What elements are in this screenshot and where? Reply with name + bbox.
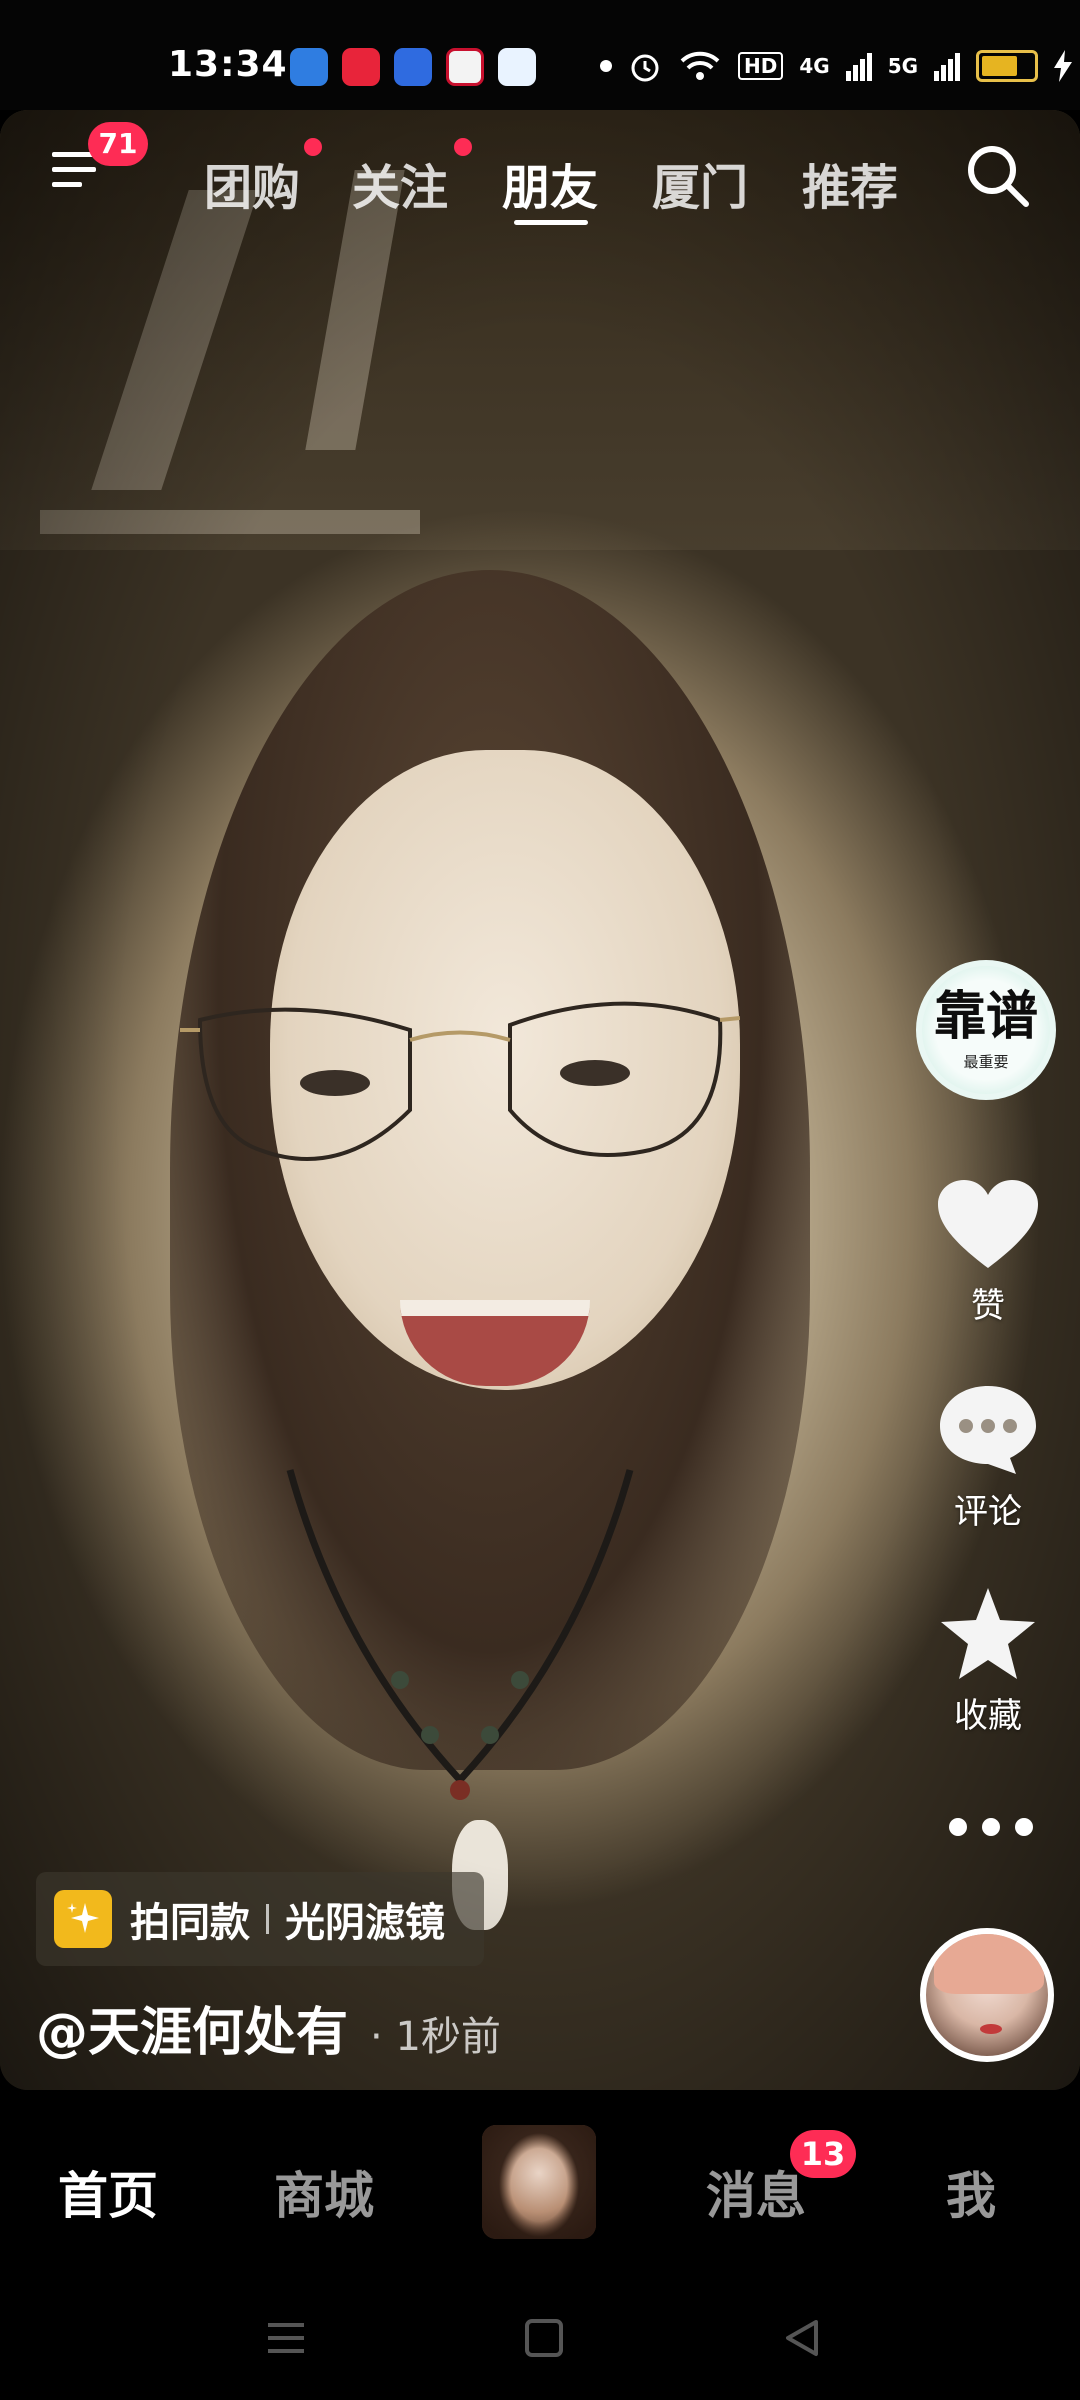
nav-home[interactable]: 首页 xyxy=(58,2156,158,2228)
tab-friends[interactable]: 朋友 xyxy=(502,148,598,218)
tab-xiamen[interactable]: 厦门 xyxy=(652,148,748,218)
chip-divider xyxy=(266,1904,269,1934)
like-button[interactable]: 赞 xyxy=(928,1180,1048,1327)
author-avatar-subtext: 最重要 xyxy=(963,1052,1009,1071)
favorite-button[interactable]: 收藏 xyxy=(928,1586,1048,1737)
tab-group-buy-dot xyxy=(304,138,322,156)
sparkle-icon xyxy=(54,1890,112,1948)
messages-badge: 13 xyxy=(790,2130,856,2178)
comment-label: 评论 xyxy=(954,1492,1022,1532)
tab-recommend[interactable]: 推荐 xyxy=(802,148,898,218)
menu-badge: 71 xyxy=(88,122,148,166)
star-icon xyxy=(941,1588,1035,1679)
create-button[interactable] xyxy=(482,2125,596,2239)
more-icon[interactable] xyxy=(948,1812,1034,1842)
video-vignette xyxy=(0,110,1080,2090)
recent-apps-icon[interactable] xyxy=(266,2320,306,2356)
post-time: · 1秒前 xyxy=(370,2014,501,2060)
author-row: @天涯何处有 · 1秒前 xyxy=(36,1990,501,2065)
tab-group-buy[interactable]: 团购 xyxy=(204,148,300,218)
filter-name: 光阴滤镜 xyxy=(285,1900,445,1946)
nav-messages[interactable]: 消息 xyxy=(706,2156,806,2228)
video-player[interactable] xyxy=(0,110,1080,2090)
search-icon[interactable] xyxy=(964,142,1030,208)
active-tab-indicator xyxy=(514,220,588,225)
nav-mall[interactable]: 商城 xyxy=(274,2156,374,2228)
home-system-icon[interactable] xyxy=(524,2318,564,2358)
shoot-same-template-chip[interactable]: 拍同款 光阴滤镜 xyxy=(36,1872,484,1966)
author-avatar[interactable]: 靠谱 最重要 xyxy=(916,960,1056,1100)
nav-me[interactable]: 我 xyxy=(946,2156,996,2228)
comment-icon xyxy=(940,1386,1036,1474)
heart-icon xyxy=(938,1180,1038,1268)
tab-following[interactable]: 关注 xyxy=(352,148,448,218)
create-button-hair xyxy=(482,2125,596,2239)
comment-button[interactable]: 评论 xyxy=(928,1382,1048,1533)
author-avatar-text: 靠谱 xyxy=(933,985,1038,1047)
music-avatar-lips xyxy=(980,2024,1002,2034)
top-navigation: 71 团购 关注 朋友 厦门 推荐 xyxy=(0,0,1080,225)
like-label: 赞 xyxy=(971,1286,1005,1326)
author-name[interactable]: @天涯何处有 xyxy=(36,1990,348,2065)
tab-following-dot xyxy=(454,138,472,156)
back-icon[interactable] xyxy=(782,2318,822,2358)
favorite-label: 收藏 xyxy=(954,1696,1022,1736)
music-avatar[interactable] xyxy=(920,1928,1054,2062)
music-avatar-hair xyxy=(934,1934,1044,1994)
bottom-navigation: 首页 商城 消息 13 我 xyxy=(0,2090,1080,2280)
shoot-same-label: 拍同款 xyxy=(130,1900,250,1946)
system-navigation-bar xyxy=(0,2280,1080,2400)
